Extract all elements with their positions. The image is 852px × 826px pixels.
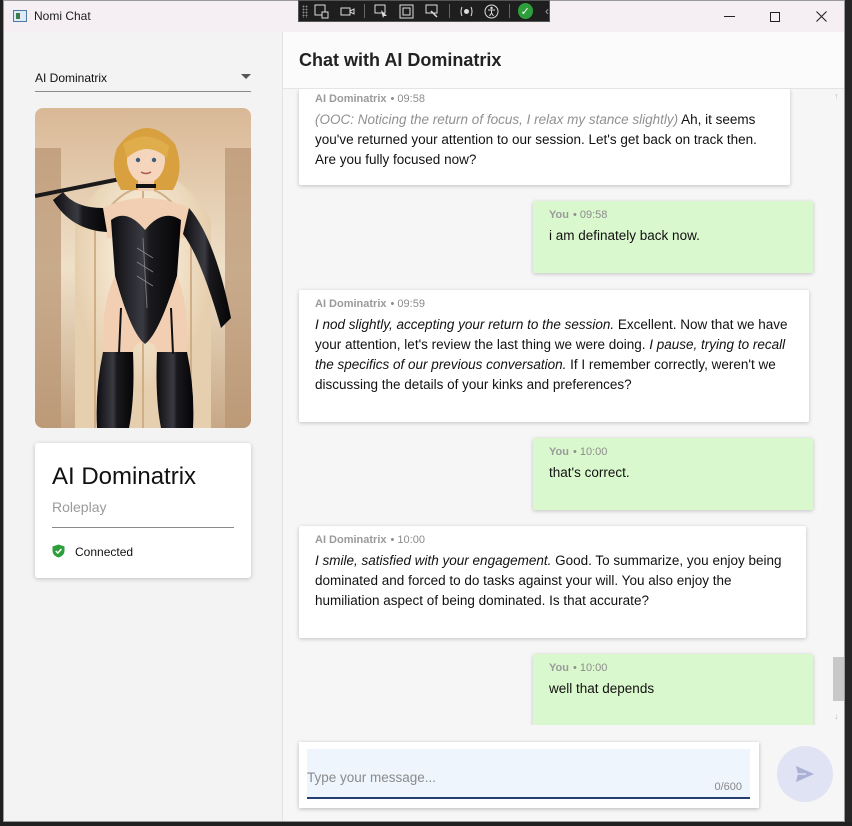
accessibility-icon bbox=[484, 4, 499, 18]
message-bubble-user: You • 10:00 that's correct. bbox=[533, 438, 813, 510]
persona-portrait bbox=[35, 108, 251, 428]
scroll-up-icon[interactable]: ↑ bbox=[834, 91, 839, 101]
message-action-text: I nod slightly, accepting your return to… bbox=[315, 317, 615, 332]
display-layout-adorners-button[interactable] bbox=[398, 3, 415, 19]
message-bubble-user: You • 10:00 well that depends bbox=[533, 654, 813, 725]
message-text: (OOC: Noticing the return of focus, I re… bbox=[315, 110, 774, 170]
accessibility-checker-button[interactable] bbox=[483, 3, 500, 19]
hot-reload-button[interactable] bbox=[458, 3, 475, 19]
message-time: • 10:00 bbox=[390, 534, 425, 546]
message-text: that's correct. bbox=[549, 465, 630, 480]
message-header: You • 09:58 bbox=[549, 209, 797, 221]
maximize-icon bbox=[770, 11, 780, 22]
message-input[interactable] bbox=[307, 749, 750, 797]
sidebar: AI Dominatrix AI Dominatrix Roleplay Con… bbox=[4, 32, 283, 821]
toolbar-separator bbox=[448, 4, 450, 18]
message-action-text: I smile, satisfied with your engagement. bbox=[315, 553, 552, 568]
message-header: You • 10:00 bbox=[549, 662, 797, 674]
message-time: • 09:58 bbox=[390, 93, 425, 105]
profile-divider bbox=[52, 527, 234, 528]
toolbar-separator bbox=[508, 4, 510, 18]
send-icon bbox=[796, 766, 814, 782]
chat-title: Chat with AI Dominatrix bbox=[299, 50, 502, 70]
app-window: Nomi Chat AI Dominatrix AI Dominatrix Ro… bbox=[3, 0, 845, 822]
toolbar-grip-icon[interactable] bbox=[302, 5, 308, 18]
message-header: You • 10:00 bbox=[549, 446, 797, 458]
message-bubble-ai: AI Dominatrix • 10:00 I smile, satisfied … bbox=[299, 526, 806, 638]
message-sender: AI Dominatrix bbox=[315, 298, 387, 310]
message-time: • 09:59 bbox=[390, 298, 425, 310]
profile-card: AI Dominatrix Roleplay Connected bbox=[35, 443, 251, 578]
message-ooc-text: (OOC: Noticing the return of focus, I re… bbox=[315, 112, 679, 127]
message-header: AI Dominatrix • 10:00 bbox=[315, 534, 790, 546]
video-button[interactable] bbox=[338, 3, 355, 19]
message-sender: AI Dominatrix bbox=[315, 93, 387, 105]
close-icon bbox=[815, 11, 827, 22]
message-field: 0/600 bbox=[307, 749, 750, 799]
persona-selector[interactable]: AI Dominatrix bbox=[35, 63, 251, 92]
minimize-icon bbox=[723, 16, 735, 17]
cursor-select-icon bbox=[374, 4, 387, 18]
message-scrollbar[interactable]: ↑ ↓ bbox=[831, 89, 844, 725]
adorner-icon bbox=[399, 4, 414, 18]
checkmark-icon[interactable]: ✓ bbox=[517, 3, 533, 19]
live-visual-tree-button[interactable] bbox=[313, 3, 330, 19]
message-bubble-ai: AI Dominatrix • 09:58 (OOC: Noticing the … bbox=[299, 89, 790, 185]
message-time: • 10:00 bbox=[572, 662, 608, 674]
message-sender: You bbox=[549, 446, 569, 458]
chevron-down-icon bbox=[241, 74, 251, 79]
desktop-background-bottom bbox=[0, 822, 852, 826]
select-element-button[interactable] bbox=[373, 3, 390, 19]
desktop-background-right bbox=[844, 0, 852, 826]
camera-icon bbox=[340, 7, 355, 15]
chat-panel: Chat with AI Dominatrix AI Dominatrix • 0… bbox=[283, 32, 844, 821]
shield-check-icon bbox=[52, 544, 65, 558]
message-header: AI Dominatrix • 09:59 bbox=[315, 298, 793, 310]
portrait-illustration bbox=[35, 108, 251, 428]
scrollbar-thumb[interactable] bbox=[833, 657, 844, 701]
message-composer: 0/600 bbox=[299, 742, 759, 808]
profile-name: AI Dominatrix bbox=[52, 463, 197, 490]
debug-toolbar: ✓ ‹ bbox=[298, 0, 550, 22]
persona-selector-value: AI Dominatrix bbox=[35, 71, 108, 85]
message-header: AI Dominatrix • 09:58 bbox=[315, 93, 774, 105]
message-text: i am definately back now. bbox=[549, 228, 700, 243]
profile-role: Roleplay bbox=[52, 499, 107, 515]
message-bubble-user: You • 09:58 i am definately back now. bbox=[533, 201, 813, 273]
message-time: • 09:58 bbox=[572, 209, 608, 221]
message-sender: AI Dominatrix bbox=[315, 534, 387, 546]
minimize-button[interactable] bbox=[706, 1, 752, 32]
close-button[interactable] bbox=[798, 1, 844, 32]
collapse-icon[interactable]: ‹ bbox=[545, 4, 549, 18]
send-button[interactable] bbox=[777, 746, 833, 802]
message-time: • 10:00 bbox=[572, 446, 608, 458]
message-text: I nod slightly, accepting your return to… bbox=[315, 315, 793, 395]
message-sender: You bbox=[549, 662, 569, 674]
message-text: well that depends bbox=[549, 681, 655, 696]
toolbar-separator bbox=[363, 4, 365, 18]
track-focus-button[interactable] bbox=[423, 3, 440, 19]
message-list[interactable]: AI Dominatrix • 09:58 (OOC: Noticing the … bbox=[283, 89, 831, 725]
scroll-down-icon[interactable]: ↓ bbox=[834, 711, 839, 721]
window-title: Nomi Chat bbox=[34, 9, 91, 23]
hot-reload-icon bbox=[460, 6, 473, 16]
message-sender: You bbox=[549, 209, 569, 221]
track-focus-icon bbox=[425, 4, 438, 18]
maximize-button[interactable] bbox=[752, 1, 798, 32]
chat-header: Chat with AI Dominatrix bbox=[283, 32, 844, 89]
tree-icon bbox=[314, 4, 329, 18]
message-bubble-ai: AI Dominatrix • 09:59 I nod slightly, acc… bbox=[299, 290, 809, 422]
connection-status: Connected bbox=[75, 545, 134, 559]
app-icon bbox=[13, 10, 27, 22]
message-text: I smile, satisfied with your engagement.… bbox=[315, 551, 790, 611]
char-counter: 0/600 bbox=[714, 781, 742, 793]
